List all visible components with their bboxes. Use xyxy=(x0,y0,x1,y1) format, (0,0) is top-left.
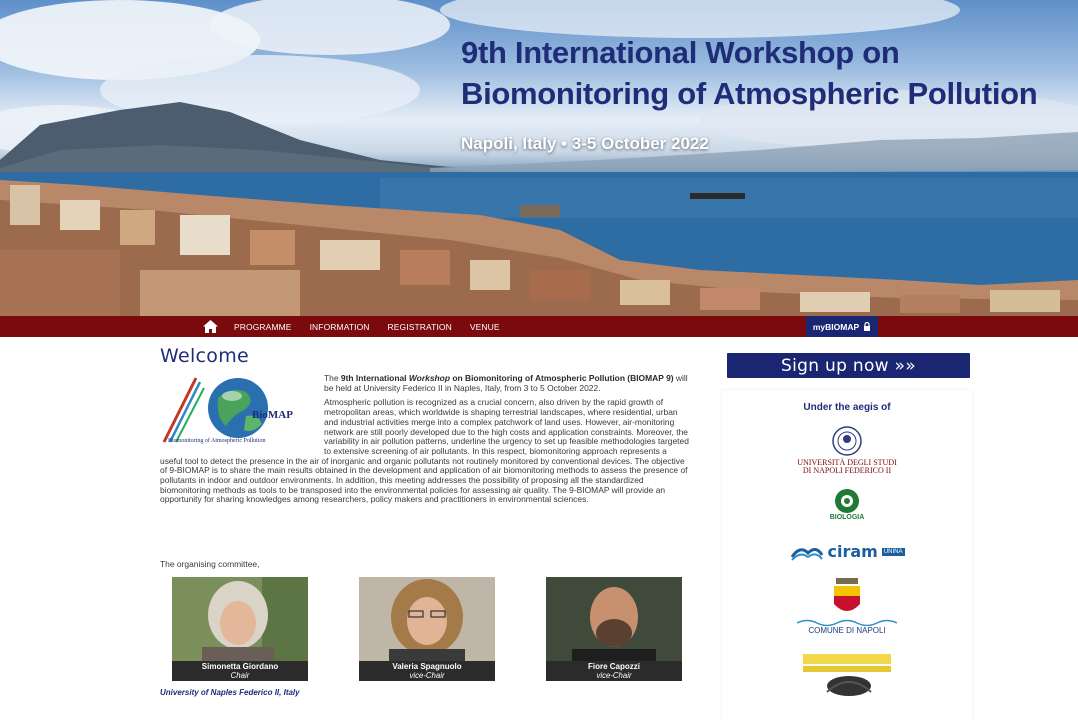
main-navbar: PROGRAMME INFORMATION REGISTRATION VENUE… xyxy=(0,316,1078,337)
home-icon xyxy=(202,320,218,333)
person-name: Fiore Capozzi xyxy=(587,662,640,671)
hero-title-line1: 9th International Workshop on xyxy=(461,35,900,70)
person-photo xyxy=(546,577,682,661)
comune-label: COMUNE DI NAPOLI xyxy=(808,626,886,635)
mybiomap-label: myBIOMAP xyxy=(812,321,860,332)
sponsor-osservatorio[interactable] xyxy=(722,652,972,700)
signup-button[interactable]: Sign up now »» xyxy=(727,353,970,378)
person-card: Valeria Spagnuolo vice-Chair xyxy=(359,577,495,681)
hero-banner: 9th International Workshop on Biomonitor… xyxy=(0,0,1078,316)
mybiomap-button[interactable]: myBIOMAP xyxy=(806,316,878,337)
ciram-logo-icon xyxy=(790,547,823,561)
committee-label: The organising committee, xyxy=(160,559,260,569)
biomap-logo-caption: Biomonitoring of Atmospheric Pollution xyxy=(168,437,266,444)
person-role: Chair xyxy=(230,671,250,680)
unina-seal-icon xyxy=(832,426,862,456)
unina-name-line2: DI NAPOLI FEDERICO II xyxy=(802,466,892,475)
napoli-crest-icon xyxy=(834,578,860,611)
person-name: Simonetta Giordano xyxy=(201,662,279,671)
sponsor-ciram[interactable]: ciram UNINA xyxy=(722,542,972,561)
nav-item-information[interactable]: INFORMATION xyxy=(310,322,370,332)
person-photo xyxy=(359,577,495,661)
osservatorio-logo-icon xyxy=(803,654,891,696)
person-card: Simonetta Giordano Chair xyxy=(172,577,308,681)
biologia-logo-icon xyxy=(835,489,859,513)
hero-title-line2: Biomonitoring of Atmospheric Pollution xyxy=(461,76,1038,111)
ciram-tag: UNINA xyxy=(881,547,905,556)
sponsor-unina[interactable]: UNIVERSITÀ DEGLI STUDI DI NAPOLI FEDERIC… xyxy=(722,426,972,475)
ciram-label: ciram xyxy=(827,542,878,561)
hero-title: 9th International Workshop on Biomonitor… xyxy=(461,32,1071,114)
aegis-title: Under the aegis of xyxy=(803,402,891,413)
person-name: Valeria Spagnuolo xyxy=(392,662,462,671)
nav-item-programme[interactable]: PROGRAMME xyxy=(234,322,292,332)
welcome-text: BioMAP Biomonitoring of Atmospheric Poll… xyxy=(160,373,690,510)
biologia-label: BIOLOGIA xyxy=(829,514,865,521)
aegis-panel: Under the aegis of UNIVERSITÀ DEGLI STUD… xyxy=(722,390,972,720)
sponsor-comune-napoli[interactable]: COMUNE DI NAPOLI xyxy=(722,578,972,635)
nav-item-venue[interactable]: VENUE xyxy=(470,322,500,332)
university-label: University of Naples Federico II, Italy xyxy=(160,688,300,697)
home-link[interactable] xyxy=(200,316,220,337)
sponsor-biologia[interactable]: BIOLOGIA xyxy=(722,488,972,521)
nav-item-registration[interactable]: REGISTRATION xyxy=(388,322,452,332)
page-title: Welcome xyxy=(160,345,250,367)
person-role: vice-Chair xyxy=(409,671,445,680)
lock-icon xyxy=(864,322,871,331)
wave-line-icon xyxy=(797,619,897,626)
biomap-logo: BioMAP Biomonitoring of Atmospheric Poll… xyxy=(160,374,324,448)
person-role: vice-Chair xyxy=(596,671,632,680)
person-card: Fiore Capozzi vice-Chair xyxy=(546,577,682,681)
main-content: Welcome BioMAP Biomonitoring of Atmosphe… xyxy=(122,337,712,720)
hero-subtitle: Napoli, Italy • 3-5 October 2022 xyxy=(461,134,709,153)
biomap-logo-text: BioMAP xyxy=(252,409,293,421)
person-photo xyxy=(172,577,308,661)
nav-menu: PROGRAMME INFORMATION REGISTRATION VENUE xyxy=(200,316,518,337)
